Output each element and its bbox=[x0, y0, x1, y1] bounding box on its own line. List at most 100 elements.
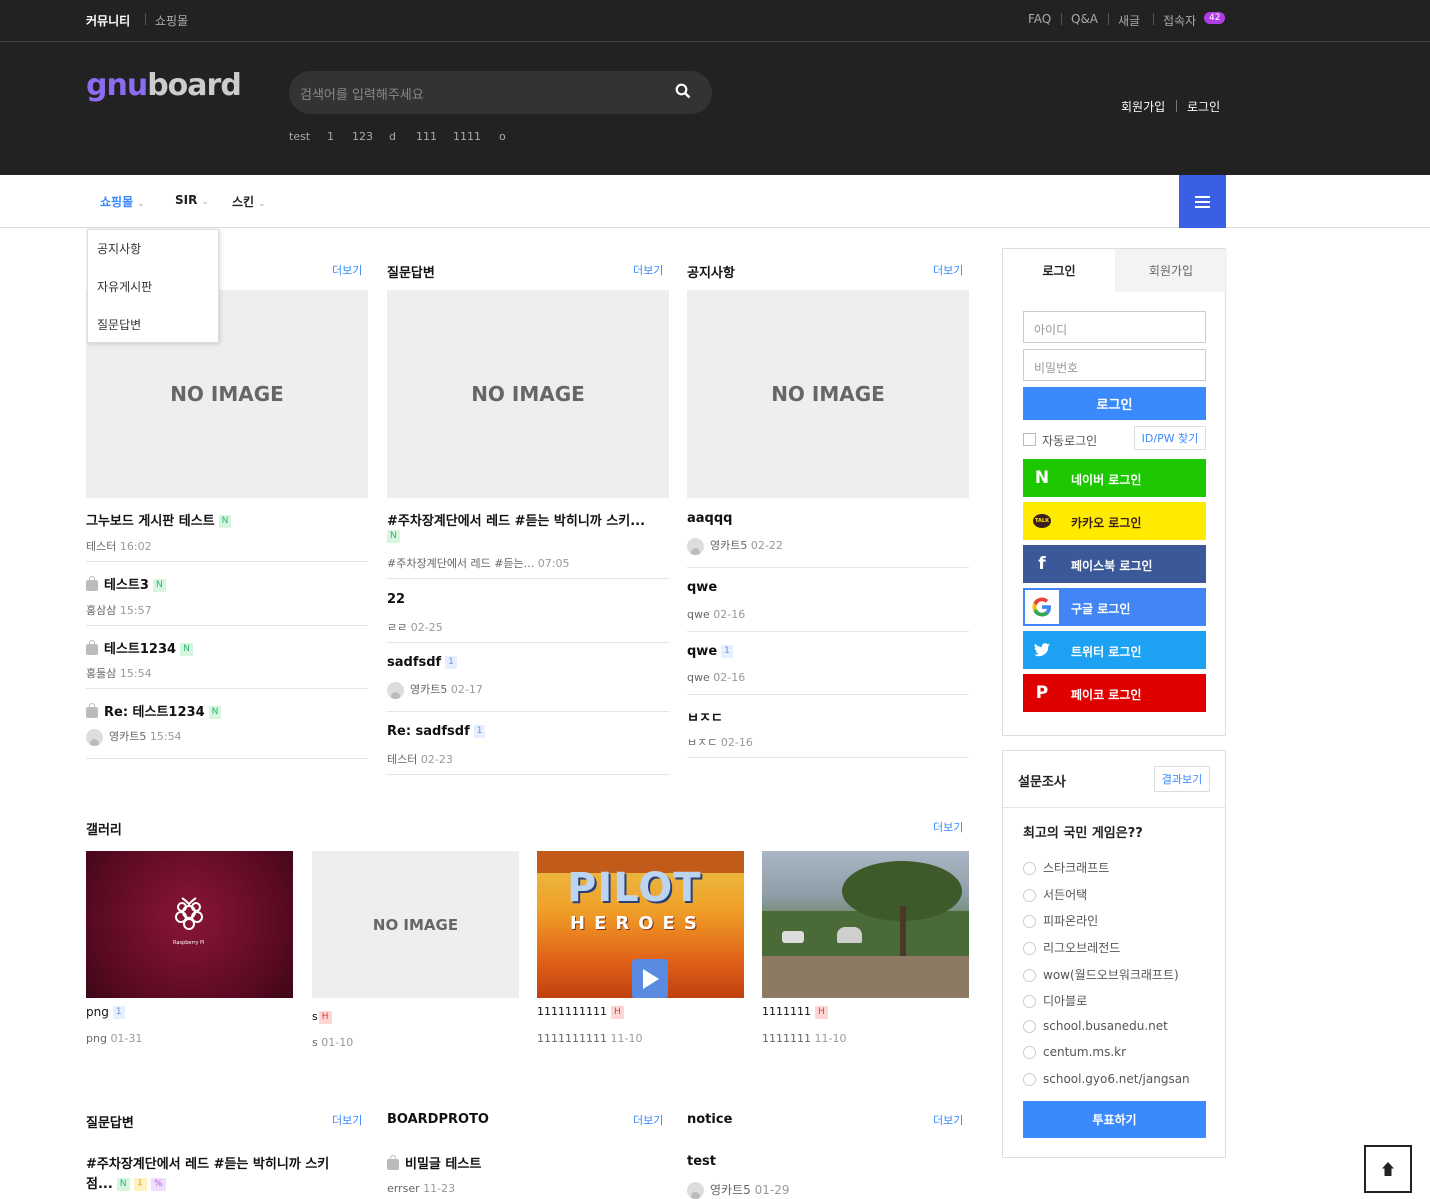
nav-item-skin[interactable]: 스킨 ⌄ bbox=[232, 193, 266, 210]
radio-button[interactable] bbox=[1023, 862, 1036, 875]
no-image-placeholder[interactable]: NO IMAGE bbox=[687, 290, 969, 498]
section-title[interactable]: BOARDPROTO bbox=[387, 1112, 489, 1127]
dropdown-item-free-board[interactable]: 자유게시판 bbox=[97, 278, 152, 295]
gallery-title[interactable]: 1111111111 H bbox=[537, 1005, 624, 1019]
google-login-button[interactable]: 구글 로그인 bbox=[1023, 588, 1206, 626]
facebook-login-button[interactable]: f 페이스북 로그인 bbox=[1023, 545, 1206, 583]
poll-option[interactable]: 디아블로 bbox=[1023, 992, 1087, 1009]
search-input[interactable]: 검색어를 입력해주세요 bbox=[300, 84, 424, 103]
radio-button[interactable] bbox=[1023, 915, 1036, 928]
more-link[interactable]: 더보기 bbox=[933, 819, 963, 835]
dropdown-item-notice[interactable]: 공지사항 bbox=[97, 240, 141, 257]
post-title[interactable]: ㅂㅈㄷ bbox=[687, 707, 723, 726]
gallery-title[interactable]: 1111111 H bbox=[762, 1005, 828, 1019]
radio-button[interactable] bbox=[1023, 969, 1036, 982]
more-link[interactable]: 더보기 bbox=[332, 1112, 362, 1128]
auto-login-checkbox[interactable] bbox=[1023, 433, 1036, 446]
poll-option[interactable]: wow(월드오브워크래프트) bbox=[1023, 966, 1179, 983]
topbar-faq-link[interactable]: FAQ bbox=[1028, 12, 1051, 26]
post-title[interactable]: test bbox=[687, 1154, 716, 1169]
site-logo[interactable]: gnuboard bbox=[86, 68, 242, 103]
poll-option[interactable]: 스타크래프트 bbox=[1023, 859, 1109, 876]
radio-button[interactable] bbox=[1023, 942, 1036, 955]
radio-button[interactable] bbox=[1023, 1020, 1036, 1033]
post-title[interactable]: 테스트3 N bbox=[86, 574, 166, 593]
search-bar[interactable]: 검색어를 입력해주세요 bbox=[289, 71, 712, 114]
id-input[interactable]: 아이디 bbox=[1023, 311, 1206, 343]
radio-button[interactable] bbox=[1023, 1046, 1036, 1059]
topbar-new-posts-link[interactable]: 새글 bbox=[1118, 12, 1140, 29]
kakao-login-button[interactable]: TALK 카카오 로그인 bbox=[1023, 502, 1206, 540]
payco-login-button[interactable]: P 페이코 로그인 bbox=[1023, 674, 1206, 712]
gallery-title[interactable]: png 1 bbox=[86, 1005, 125, 1019]
vote-button[interactable]: 투표하기 bbox=[1023, 1101, 1206, 1138]
radio-button[interactable] bbox=[1023, 1073, 1036, 1086]
section-title[interactable]: 질문답변 bbox=[387, 262, 435, 281]
post-title[interactable]: 그누보드 게시판 테스트 N bbox=[86, 510, 232, 529]
poll-option[interactable]: 리그오브레전드 bbox=[1023, 939, 1120, 956]
post-meta: 테스터 02-23 bbox=[387, 751, 453, 767]
radio-button[interactable] bbox=[1023, 889, 1036, 902]
poll-result-button[interactable]: 결과보기 bbox=[1154, 766, 1210, 792]
poll-option[interactable]: 서든어택 bbox=[1023, 886, 1087, 903]
section-title[interactable]: 갤러리 bbox=[86, 819, 122, 838]
topbar-qa-link[interactable]: Q&A bbox=[1071, 12, 1098, 26]
join-link[interactable]: 회원가입 bbox=[1121, 98, 1165, 115]
more-link[interactable]: 더보기 bbox=[633, 262, 663, 278]
popular-keyword[interactable]: test bbox=[289, 130, 310, 143]
topbar-shop-link[interactable]: 쇼핑몰 bbox=[155, 12, 188, 29]
tab-join[interactable]: 회원가입 bbox=[1115, 249, 1227, 292]
section-title[interactable]: 질문답변 bbox=[86, 1112, 134, 1131]
section-title[interactable]: notice bbox=[687, 1112, 732, 1127]
tab-login[interactable]: 로그인 bbox=[1003, 249, 1115, 292]
gallery-thumbnail[interactable] bbox=[762, 851, 969, 998]
poll-option[interactable]: 피파온라인 bbox=[1023, 912, 1098, 929]
no-image-placeholder[interactable]: NO IMAGE bbox=[387, 290, 669, 498]
hamburger-menu-button[interactable] bbox=[1179, 175, 1226, 228]
nav-item-shop[interactable]: 쇼핑몰 ⌄ bbox=[100, 193, 145, 210]
post-title[interactable]: #주차장계단에서 레드 #듣는 박히니까 스키... bbox=[387, 510, 645, 529]
topbar-visitors-link[interactable]: 접속자 bbox=[1163, 12, 1196, 29]
post-title[interactable]: qwe 1 bbox=[687, 644, 733, 659]
post-title[interactable]: Re: 테스트1234 N bbox=[86, 701, 222, 720]
nav-item-sir[interactable]: SIR ⌄ bbox=[175, 193, 209, 207]
more-link[interactable]: 더보기 bbox=[933, 1112, 963, 1128]
popular-keyword[interactable]: o bbox=[499, 130, 506, 143]
scroll-to-top-button[interactable] bbox=[1364, 1145, 1412, 1193]
post-title[interactable]: 테스트1234 N bbox=[86, 638, 193, 657]
popular-keyword[interactable]: 1 bbox=[327, 130, 334, 143]
gallery-thumbnail[interactable]: PILOT HEROES bbox=[537, 851, 744, 998]
post-title[interactable]: #주차장계단에서 레드 #듣는 박히니까 스키 bbox=[86, 1153, 329, 1172]
post-title[interactable]: sadfsdf 1 bbox=[387, 655, 457, 670]
more-link[interactable]: 더보기 bbox=[633, 1112, 663, 1128]
gallery-thumbnail[interactable]: Raspberry Pi bbox=[86, 851, 293, 998]
twitter-login-button[interactable]: 트위터 로그인 bbox=[1023, 631, 1206, 669]
search-icon[interactable] bbox=[675, 83, 691, 102]
poll-option[interactable]: school.gyo6.net/jangsan bbox=[1023, 1072, 1190, 1086]
more-link[interactable]: 더보기 bbox=[332, 262, 362, 278]
password-input[interactable]: 비밀번호 bbox=[1023, 349, 1206, 381]
login-link[interactable]: 로그인 bbox=[1187, 98, 1220, 115]
popular-keyword[interactable]: 1111 bbox=[453, 130, 481, 143]
poll-option[interactable]: centum.ms.kr bbox=[1023, 1045, 1126, 1059]
popular-keyword[interactable]: 111 bbox=[416, 130, 437, 143]
post-title[interactable]: qwe bbox=[687, 580, 717, 595]
more-link[interactable]: 더보기 bbox=[933, 262, 963, 278]
no-image-placeholder[interactable]: NO IMAGE bbox=[312, 851, 519, 998]
popular-keyword[interactable]: 123 bbox=[352, 130, 373, 143]
find-id-pw-button[interactable]: ID/PW 찾기 bbox=[1134, 426, 1206, 450]
section-title[interactable]: 공지사항 bbox=[687, 262, 735, 281]
login-submit-button[interactable]: 로그인 bbox=[1023, 387, 1206, 420]
post-title[interactable]: 22 bbox=[387, 592, 405, 607]
post-title-continued[interactable]: 점... N ⇩% bbox=[86, 1173, 166, 1192]
radio-button[interactable] bbox=[1023, 995, 1036, 1008]
post-title[interactable]: Re: sadfsdf 1 bbox=[387, 724, 486, 739]
naver-login-button[interactable]: N 네이버 로그인 bbox=[1023, 459, 1206, 497]
topbar-community-link[interactable]: 커뮤니티 bbox=[86, 12, 130, 29]
poll-option[interactable]: school.busanedu.net bbox=[1023, 1019, 1168, 1033]
gallery-title[interactable]: sH bbox=[312, 1010, 332, 1024]
post-title[interactable]: aaqqq bbox=[687, 511, 732, 526]
dropdown-item-qa[interactable]: 질문답변 bbox=[97, 316, 141, 333]
post-title[interactable]: 비밀글 테스트 bbox=[387, 1153, 481, 1172]
popular-keyword[interactable]: d bbox=[389, 130, 396, 143]
